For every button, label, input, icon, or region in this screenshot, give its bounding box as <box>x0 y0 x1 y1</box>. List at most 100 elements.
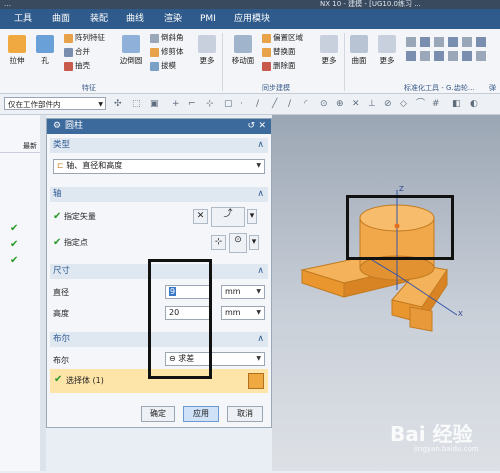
window-title: NX 10 - 建模 - [UG10.0练习 ... <box>320 0 421 8</box>
point-icon[interactable]: · <box>240 99 243 109</box>
x-axis-label: X <box>458 310 463 318</box>
axis-type-icon: ⊏ <box>57 161 64 170</box>
offset-region-button[interactable]: 偏置区域 <box>262 32 303 43</box>
shell-button[interactable]: 抽壳 <box>64 60 90 71</box>
line-snap-icon[interactable]: / <box>256 99 259 109</box>
line-icon[interactable]: ╱ <box>272 99 277 109</box>
section-axis-header[interactable]: 轴 ∧ <box>50 187 268 202</box>
gear-icon[interactable]: ⚙ <box>53 119 61 134</box>
perpendicular-icon[interactable]: ⊥ <box>368 99 376 109</box>
solid-body-icon[interactable] <box>248 373 264 389</box>
apply-button[interactable]: 应用 <box>183 406 219 422</box>
specify-vector-row[interactable]: ✔ 指定矢量 <box>53 211 96 222</box>
pattern-feature-button[interactable]: 阵列特征 <box>64 32 105 43</box>
diameter-unit-select[interactable]: mm ▼ <box>221 285 265 299</box>
height-unit-select[interactable]: mm ▼ <box>221 306 265 320</box>
menu-bar: 工具 曲面 装配 曲线 渲染 PMI 应用模块 <box>0 9 500 29</box>
group-label-gear: 齿轮... <box>454 84 475 92</box>
chamfer-button[interactable]: 倒斜角 <box>150 32 184 43</box>
title-bar: … NX 10 - 建模 - [UG10.0练习 ... <box>0 0 500 9</box>
close-icon[interactable]: ✕ <box>258 119 266 134</box>
replace-face-icon <box>262 47 271 57</box>
menu-applications[interactable]: 应用模块 <box>234 9 270 29</box>
render-icon[interactable]: ◐ <box>470 99 478 109</box>
quadrant-icon[interactable]: ⊕ <box>336 99 344 109</box>
edge-blend-icon <box>122 35 140 53</box>
tangent-icon[interactable]: ⊘ <box>384 99 392 109</box>
unite-button[interactable]: 合并 <box>64 46 90 57</box>
end-point-icon[interactable]: ⌐ <box>188 99 196 109</box>
draft-icon <box>150 61 159 71</box>
group-label-standard-tools: 标准化工具 - G... <box>404 84 459 92</box>
cube-icon[interactable]: ▢ <box>224 99 233 109</box>
feature-check-icon[interactable]: ✔ <box>10 239 18 250</box>
group-separator <box>344 33 345 91</box>
more-sync-button[interactable]: 更多 <box>318 35 340 66</box>
selection-scope-select[interactable]: 仅在工作部件内 ▼ <box>4 97 106 110</box>
delete-face-button[interactable]: 删除面 <box>262 60 296 71</box>
reset-icon[interactable]: ↺ <box>247 119 255 134</box>
ok-button[interactable]: 确定 <box>141 406 175 422</box>
view-icon[interactable]: ◧ <box>452 99 461 109</box>
surface-button[interactable]: 曲面 <box>346 35 372 66</box>
cancel-button[interactable]: 取消 <box>227 406 263 422</box>
grid-icon[interactable]: # <box>432 99 440 109</box>
vector-dialog-icon[interactable]: ⤴ <box>211 207 245 227</box>
check-icon: ✔ <box>53 211 62 222</box>
dialog-title-bar[interactable]: ⚙ 圆柱 ↺ ✕ <box>47 119 271 134</box>
replace-face-button[interactable]: 替换面 <box>262 46 296 57</box>
edge-blend-button[interactable]: 边倒圆 <box>116 35 146 66</box>
specify-point-row[interactable]: ✔ 指定点 <box>53 237 88 248</box>
menu-surface[interactable]: 曲面 <box>52 9 70 29</box>
menu-tools[interactable]: 工具 <box>14 9 32 29</box>
more-feature-button[interactable]: 更多 <box>196 35 218 66</box>
feature-check-icon[interactable]: ✔ <box>10 223 18 234</box>
snap-icon[interactable]: ✣ <box>114 99 122 109</box>
arc-icon[interactable]: ◜ <box>304 99 308 109</box>
select-icon[interactable]: ⬚ <box>132 99 141 109</box>
check-icon: ✔ <box>54 374 63 385</box>
menu-render[interactable]: 渲染 <box>164 9 182 29</box>
hole-button[interactable]: 孔 <box>32 35 58 66</box>
chevron-down-icon[interactable]: ▾ <box>249 235 259 250</box>
delete-face-icon <box>262 61 271 71</box>
face-point-icon[interactable]: ◇ <box>400 99 407 109</box>
menu-pmi[interactable]: PMI <box>200 9 216 29</box>
chevron-down-icon: ▼ <box>256 288 261 295</box>
chevron-down-icon: ▼ <box>256 162 261 169</box>
ribbon: 拉伸 孔 阵列特征 合并 抽壳 边倒圆 倒斜角 修剪体 拔模 更多 移动面 偏置… <box>0 29 500 94</box>
move-face-button[interactable]: 移动面 <box>228 35 258 66</box>
unite-icon <box>64 47 73 57</box>
mid-point-icon[interactable]: ⊹ <box>206 99 214 109</box>
menu-curve[interactable]: 曲线 <box>126 9 144 29</box>
filter-icon[interactable]: ▣ <box>150 99 159 109</box>
reverse-direction-icon[interactable]: ✕ <box>193 209 208 224</box>
extrude-button[interactable]: 拉伸 <box>4 35 30 66</box>
hole-icon <box>36 35 54 53</box>
chevron-down-icon[interactable]: ▾ <box>247 209 257 224</box>
intersect-icon[interactable]: ✕ <box>352 99 360 109</box>
type-select[interactable]: ⊏ 轴、直径和高度 ▼ <box>53 159 265 174</box>
z-axis-label: Z <box>399 185 404 193</box>
point-dialog-icon[interactable]: ⊹ <box>211 235 226 250</box>
section-type-header[interactable]: 类型 ∧ <box>50 138 268 153</box>
snap-point-icon[interactable]: + <box>172 99 180 109</box>
curve-icon[interactable]: ∕ <box>288 99 291 109</box>
bounded-icon[interactable]: ⌒ <box>416 99 425 109</box>
menu-assembly[interactable]: 装配 <box>90 9 108 29</box>
feature-check-icon[interactable]: ✔ <box>10 255 18 266</box>
part-navigator: 最新 ✔ ✔ ✔ <box>0 115 41 471</box>
standard-tools-icons <box>406 37 486 61</box>
draft-button[interactable]: 拔模 <box>150 60 176 71</box>
more-surface-button[interactable]: 更多 <box>376 35 398 66</box>
chevron-up-icon: ∧ <box>257 140 264 150</box>
chevron-down-icon: ▼ <box>98 101 103 108</box>
point-type-icon[interactable]: ⊙ <box>229 233 247 253</box>
boolean-label: 布尔 <box>53 356 69 365</box>
circle-center-icon[interactable]: ⊙ <box>320 99 328 109</box>
chevron-up-icon: ∧ <box>257 266 264 276</box>
navigator-column-latest[interactable]: 最新 <box>0 139 40 153</box>
chevron-down-icon: ▼ <box>256 355 261 362</box>
more-icon <box>198 35 216 53</box>
trim-body-button[interactable]: 修剪体 <box>150 46 184 57</box>
